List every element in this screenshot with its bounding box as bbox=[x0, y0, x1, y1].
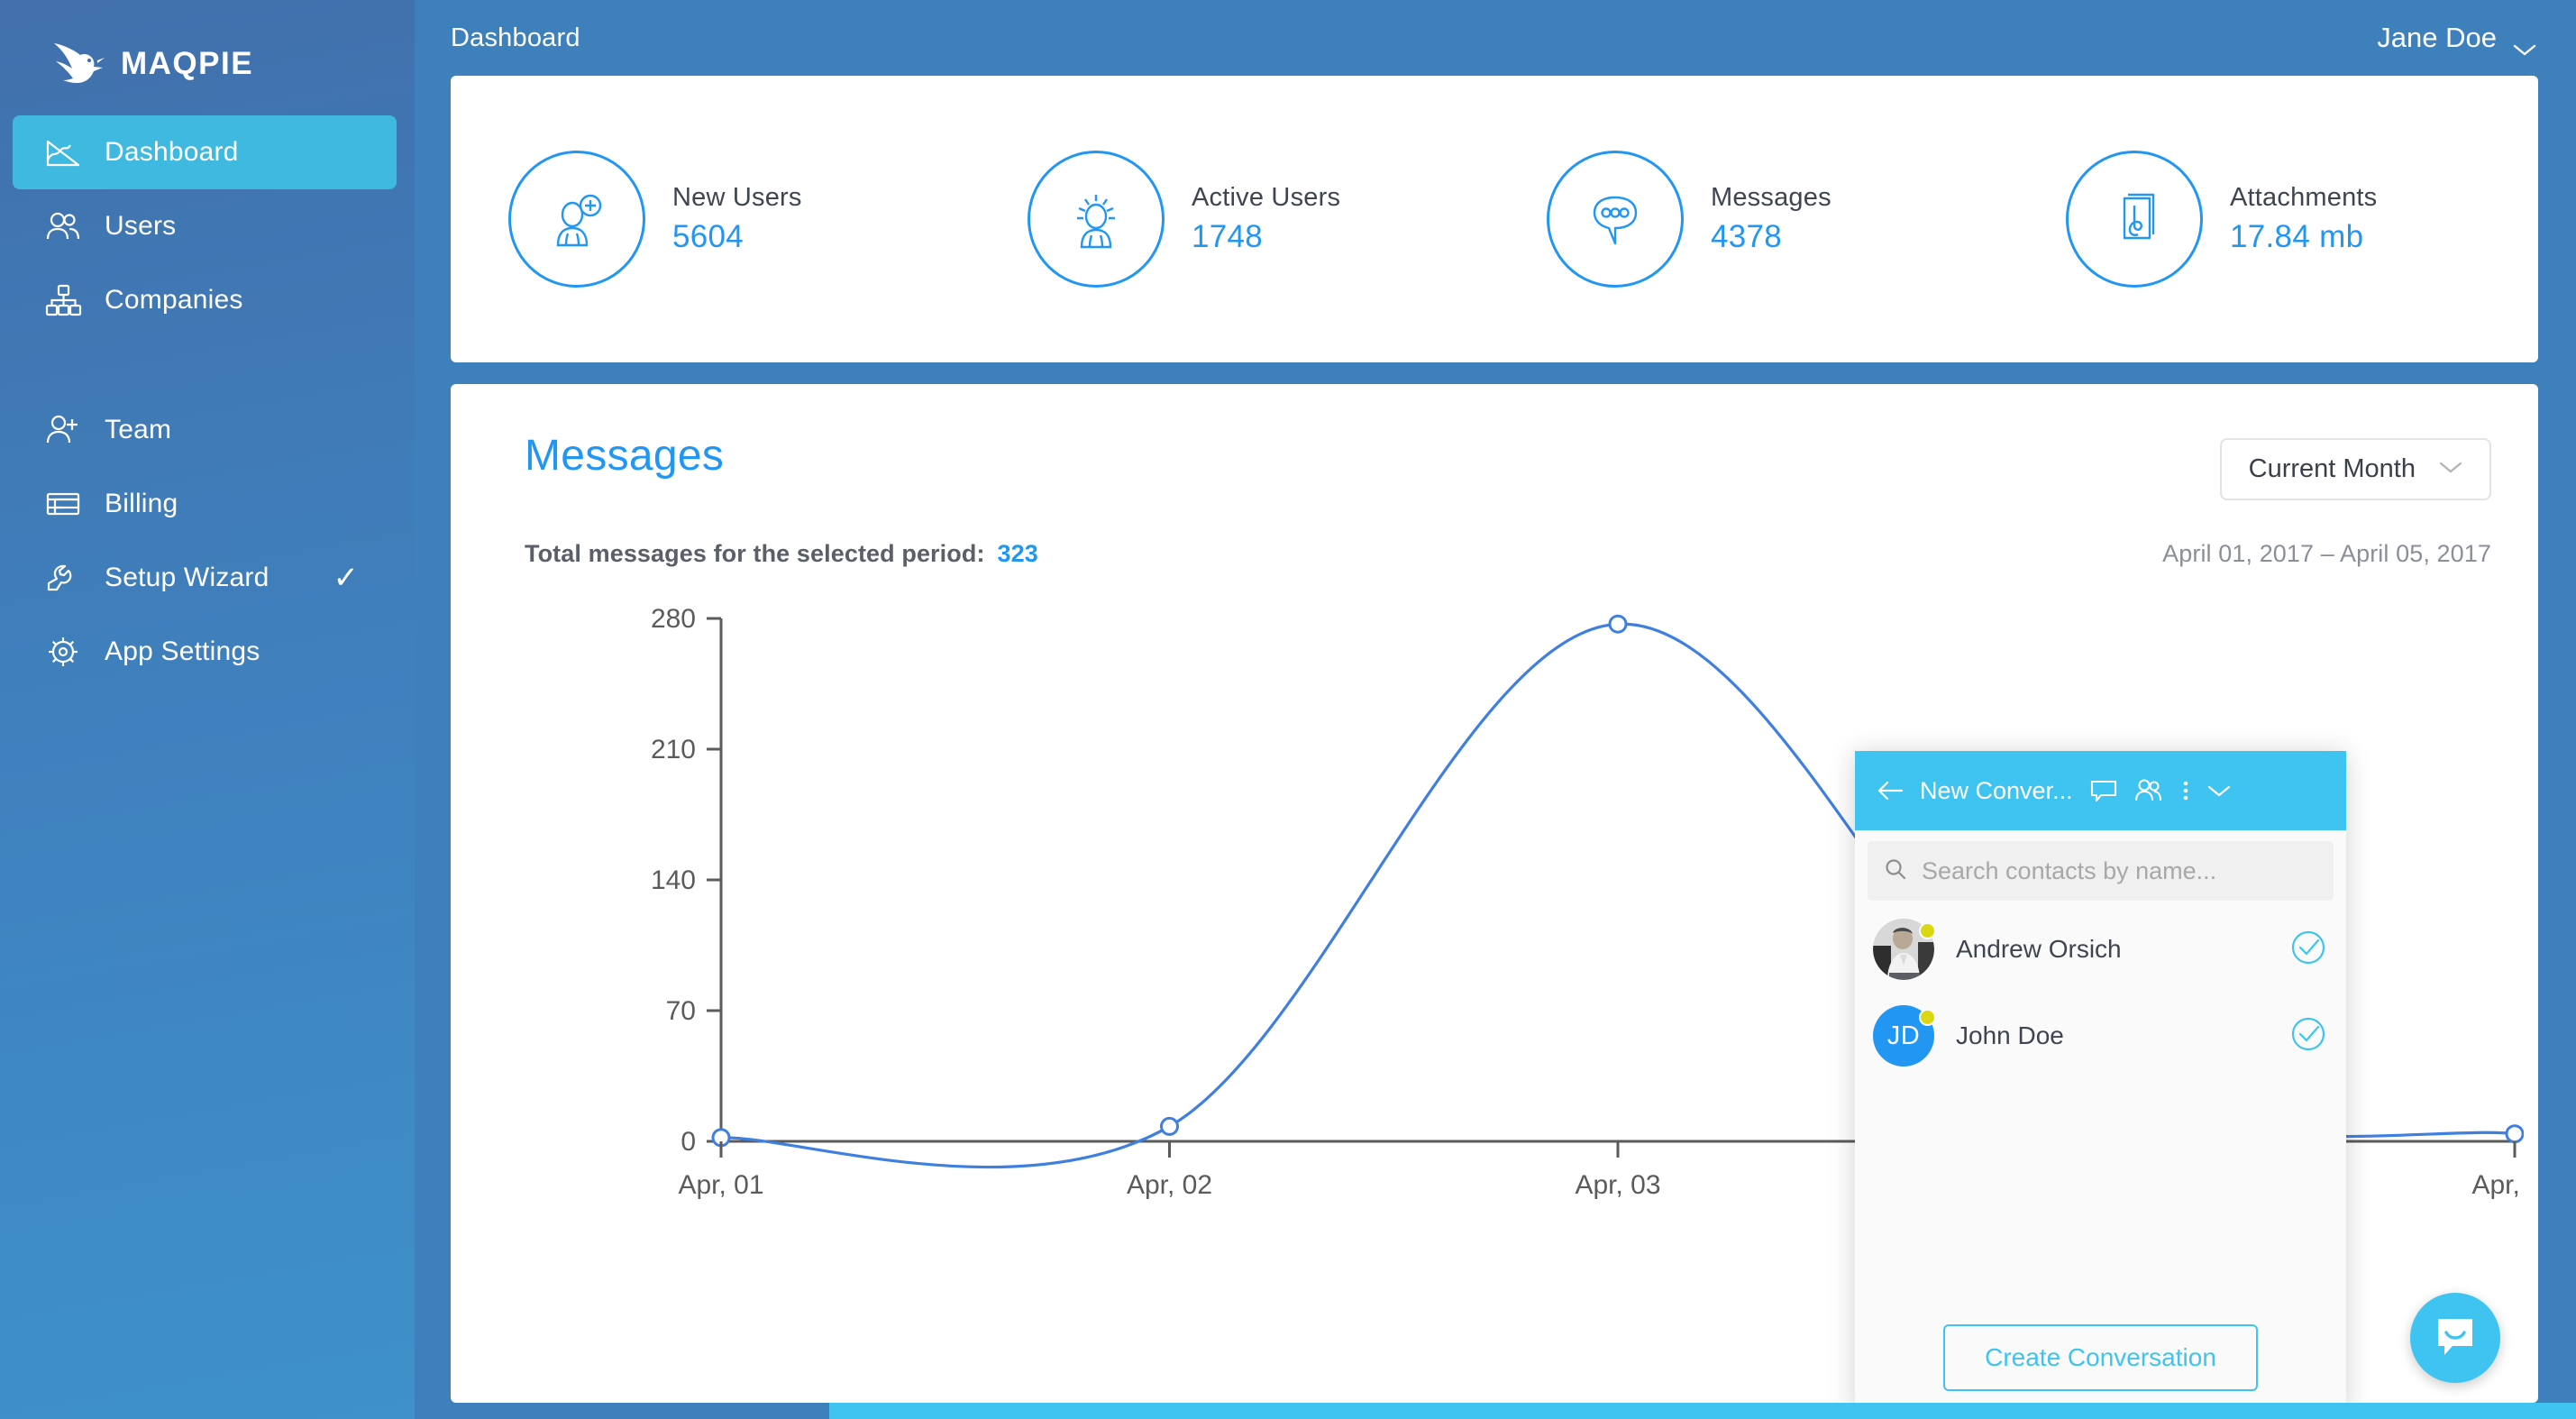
sidebar-item-label: Dashboard bbox=[105, 137, 239, 167]
chat-bubble-icon bbox=[1547, 151, 1684, 288]
sidebar-divider bbox=[0, 337, 415, 393]
sidebar-item-label: App Settings bbox=[105, 636, 260, 666]
chevron-down-icon bbox=[2513, 32, 2536, 56]
sidebar-item-label: Team bbox=[105, 415, 172, 444]
bottom-accent-strip bbox=[829, 1403, 2576, 1419]
stat-new-users: New Users 5604 bbox=[456, 151, 975, 288]
svg-text:210: 210 bbox=[651, 735, 696, 764]
sidebar-item-label: Setup Wizard bbox=[105, 563, 269, 592]
stats-card: New Users 5604 Active Users 1748 Message… bbox=[451, 76, 2538, 362]
arrow-left-icon[interactable] bbox=[1877, 780, 1904, 801]
check-circle-icon[interactable] bbox=[2290, 1016, 2326, 1057]
svg-text:280: 280 bbox=[651, 604, 696, 634]
brand-logo[interactable]: MAQPIE bbox=[0, 0, 415, 105]
stat-label: Active Users bbox=[1192, 183, 1341, 212]
kebab-menu-icon[interactable] bbox=[2181, 778, 2190, 803]
stat-value: 17.84 mb bbox=[2230, 219, 2364, 254]
user-plus-icon bbox=[43, 410, 83, 450]
sidebar-item-users[interactable]: Users bbox=[13, 189, 397, 263]
stat-attachments: Attachments 17.84 mb bbox=[2014, 151, 2533, 288]
avatar: JD bbox=[1873, 1005, 1936, 1067]
sidebar-item-setup-wizard[interactable]: Setup Wizard ✓ bbox=[13, 541, 397, 615]
chat-widget-footer: Create Conversation bbox=[1855, 1324, 2346, 1403]
user-active-icon bbox=[1028, 151, 1165, 288]
check-circle-icon[interactable] bbox=[2290, 929, 2326, 970]
stat-value: 4378 bbox=[1711, 219, 1783, 254]
search-icon bbox=[1884, 857, 1907, 885]
sidebar-item-app-settings[interactable]: App Settings bbox=[13, 615, 397, 689]
chevron-down-icon bbox=[2439, 461, 2462, 479]
list-item[interactable]: JD John Doe bbox=[1855, 993, 2346, 1079]
sidebar-item-label: Companies bbox=[105, 285, 243, 315]
sidebar-item-label: Users bbox=[105, 211, 177, 241]
brand-name: MAQPIE bbox=[121, 46, 254, 81]
sidebar-item-companies[interactable]: Companies bbox=[13, 263, 397, 337]
create-conversation-button[interactable]: Create Conversation bbox=[1943, 1324, 2258, 1391]
status-dot-away bbox=[1919, 1009, 1936, 1026]
chat-widget-header: New Conver... bbox=[1855, 751, 2346, 830]
topbar: Dashboard Jane Doe bbox=[415, 0, 2576, 76]
status-dot-away bbox=[1919, 922, 1936, 939]
app-root: MAQPIE Dashboard Users Companies Team Bi… bbox=[0, 0, 2576, 1419]
sidebar-item-team[interactable]: Team bbox=[13, 393, 397, 467]
date-range: April 01, 2017 – April 05, 2017 bbox=[2162, 540, 2491, 567]
user-add-icon bbox=[508, 151, 645, 288]
contact-list: Andrew Orsich JD John Doe bbox=[1855, 901, 2346, 1324]
main-area: Dashboard Jane Doe New Users 5604 Active… bbox=[415, 0, 2576, 1419]
chevron-down-icon[interactable] bbox=[2206, 783, 2232, 798]
chat-widget: New Conver... Search contacts by name...… bbox=[1855, 751, 2346, 1403]
chart-area-icon bbox=[43, 133, 83, 172]
total-messages-label: Total messages for the selected period: bbox=[525, 540, 985, 567]
credit-card-icon bbox=[43, 484, 83, 524]
svg-text:70: 70 bbox=[666, 996, 696, 1026]
users-icon bbox=[43, 206, 83, 246]
svg-text:Apr, 03: Apr, 03 bbox=[1575, 1170, 1660, 1200]
chat-bubble-icon[interactable] bbox=[2089, 778, 2118, 803]
period-select-label: Current Month bbox=[2248, 454, 2416, 483]
contact-name: Andrew Orsich bbox=[1956, 935, 2122, 963]
breadcrumb: Dashboard bbox=[451, 23, 580, 52]
sidebar-item-label: Billing bbox=[105, 489, 178, 518]
svg-text:Apr, 05: Apr, 05 bbox=[2471, 1170, 2524, 1200]
list-item[interactable]: Andrew Orsich bbox=[1855, 906, 2346, 993]
user-name: Jane Doe bbox=[2377, 22, 2497, 53]
avatar bbox=[1873, 919, 1936, 980]
sidebar: MAQPIE Dashboard Users Companies Team Bi… bbox=[0, 0, 415, 1419]
stat-active-users: Active Users 1748 bbox=[975, 151, 1494, 288]
stat-value: 5604 bbox=[672, 219, 744, 254]
stat-label: New Users bbox=[672, 183, 802, 212]
magpie-bird-logo-icon bbox=[50, 38, 106, 90]
gear-icon bbox=[43, 632, 83, 672]
stat-messages: Messages 4378 bbox=[1494, 151, 2014, 288]
page-title: Messages bbox=[525, 432, 725, 480]
sidebar-nav: Dashboard Users Companies Team Billing S… bbox=[0, 115, 415, 689]
sidebar-item-billing[interactable]: Billing bbox=[13, 467, 397, 541]
chat-widget-title: New Conver... bbox=[1920, 776, 2073, 804]
search-placeholder: Search contacts by name... bbox=[1922, 856, 2217, 884]
total-messages-value: 323 bbox=[997, 540, 1038, 567]
paperclip-document-icon bbox=[2066, 151, 2203, 288]
stat-label: Attachments bbox=[2230, 183, 2378, 212]
messages-panel: Messages Current Month Total messages fo… bbox=[451, 384, 2538, 1403]
svg-text:Apr, 02: Apr, 02 bbox=[1127, 1170, 1212, 1200]
total-messages-line: Total messages for the selected period: 3… bbox=[525, 540, 1038, 568]
people-icon[interactable] bbox=[2134, 778, 2165, 803]
user-menu[interactable]: Jane Doe bbox=[2377, 22, 2536, 56]
period-select[interactable]: Current Month bbox=[2219, 438, 2491, 500]
content: New Users 5604 Active Users 1748 Message… bbox=[415, 76, 2576, 1403]
svg-text:0: 0 bbox=[681, 1127, 696, 1157]
stat-value: 1748 bbox=[1192, 219, 1264, 254]
messenger-smile-icon bbox=[2431, 1312, 2480, 1365]
contact-name: John Doe bbox=[1956, 1021, 2064, 1049]
stat-label: Messages bbox=[1711, 183, 1832, 212]
org-chart-icon bbox=[43, 280, 83, 320]
messenger-launcher-button[interactable] bbox=[2410, 1293, 2500, 1383]
setup-wizard-check-icon: ✓ bbox=[333, 561, 360, 595]
wrench-icon bbox=[43, 558, 83, 598]
sidebar-item-dashboard[interactable]: Dashboard bbox=[13, 115, 397, 189]
svg-text:Apr, 01: Apr, 01 bbox=[678, 1170, 763, 1200]
svg-text:140: 140 bbox=[651, 865, 696, 895]
search-input[interactable]: Search contacts by name... bbox=[1868, 841, 2334, 901]
